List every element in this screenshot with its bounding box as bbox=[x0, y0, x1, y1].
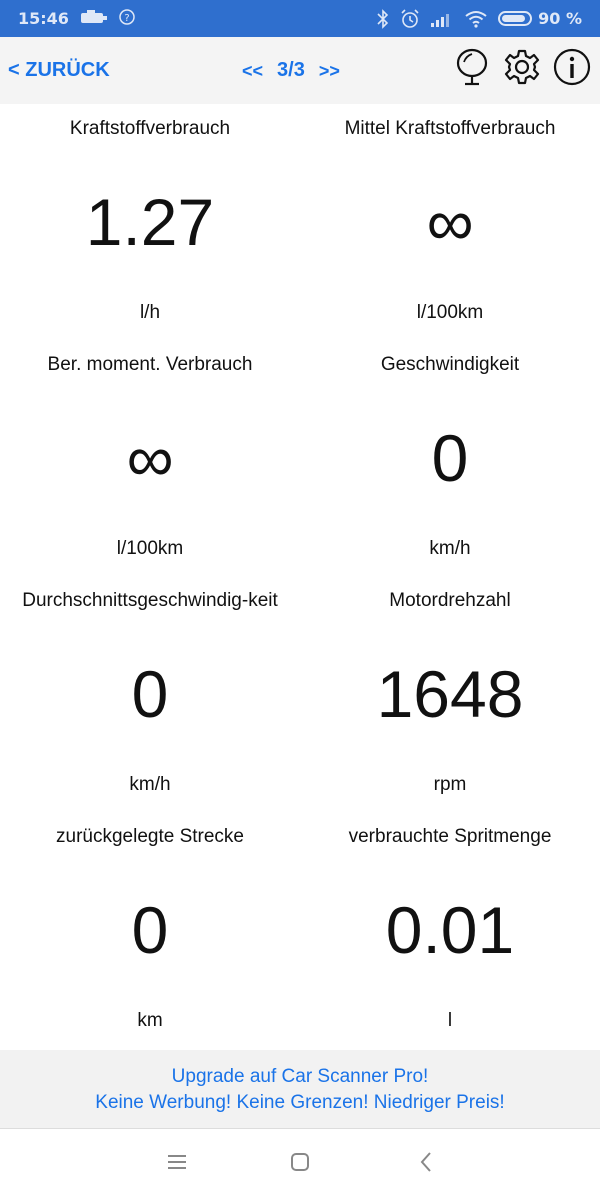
status-bar: 15:46 ? 90 % bbox=[0, 0, 600, 37]
home-square-icon bbox=[289, 1151, 311, 1177]
top-bar: < ZURÜCK << 3/3 >> bbox=[0, 37, 600, 104]
gauge-grid: Kraftstoffverbrauch 1.27 l/h Mittel Kraf… bbox=[0, 104, 600, 1050]
gauge-value: 1.27 bbox=[85, 185, 215, 259]
menu-button[interactable] bbox=[157, 1149, 197, 1179]
system-back-button[interactable] bbox=[406, 1149, 446, 1179]
gauge-average-fuel-consumption[interactable]: Mittel Kraftstoffverbrauch ∞ l/100km bbox=[300, 104, 600, 340]
gauge-label: verbrauchte Spritmenge bbox=[348, 826, 552, 847]
mirror-mode-button[interactable] bbox=[452, 48, 492, 90]
info-button[interactable] bbox=[552, 48, 592, 90]
promo-line-1: Upgrade auf Car Scanner Pro! bbox=[171, 1066, 429, 1087]
gauge-fuel-consumption[interactable]: Kraftstoffverbrauch 1.27 l/h bbox=[0, 104, 300, 340]
gauge-value: ∞ bbox=[126, 421, 174, 495]
alarm-icon bbox=[400, 8, 420, 29]
gauge-instant-consumption[interactable]: Ber. moment. Verbrauch ∞ l/100km bbox=[0, 340, 300, 576]
gauge-value: 1648 bbox=[376, 657, 524, 731]
gear-icon bbox=[503, 48, 541, 90]
gauge-unit: l/100km bbox=[116, 538, 184, 559]
battery-icon bbox=[498, 11, 533, 26]
gauge-fuel-used[interactable]: verbrauchte Spritmenge 0.01 l bbox=[300, 812, 600, 1048]
gauge-label: Durchschnittsgeschwindig-keit bbox=[22, 590, 278, 611]
gauge-label: Ber. moment. Verbrauch bbox=[47, 354, 253, 375]
svg-text:?: ? bbox=[124, 13, 129, 24]
previous-page-button[interactable]: << bbox=[242, 59, 263, 83]
back-button[interactable]: < ZURÜCK bbox=[8, 59, 110, 82]
battery-fill bbox=[502, 15, 526, 22]
gauge-speed[interactable]: Geschwindigkeit 0 km/h bbox=[300, 340, 600, 576]
page-indicator: 3/3 bbox=[277, 59, 305, 81]
wifi-icon bbox=[464, 10, 488, 28]
menu-icon bbox=[166, 1153, 188, 1175]
gauge-unit: km/h bbox=[429, 538, 471, 559]
gauge-label: Mittel Kraftstoffverbrauch bbox=[344, 118, 556, 139]
gauge-value: 0 bbox=[131, 657, 169, 731]
bluetooth-icon bbox=[376, 8, 390, 29]
gauge-engine-rpm[interactable]: Motordrehzahl 1648 rpm bbox=[300, 576, 600, 812]
home-button[interactable] bbox=[280, 1149, 320, 1179]
battery-percent: 90 % bbox=[538, 9, 582, 28]
gauge-unit: l/100km bbox=[416, 302, 484, 323]
gauge-label: Motordrehzahl bbox=[389, 590, 511, 611]
gauge-unit: km/h bbox=[129, 774, 171, 795]
gauge-unit: km bbox=[137, 1010, 163, 1031]
upgrade-promo-banner[interactable]: Upgrade auf Car Scanner Pro! Keine Werbu… bbox=[0, 1050, 600, 1128]
settings-button[interactable] bbox=[502, 49, 542, 89]
gauge-unit: l/h bbox=[139, 302, 161, 323]
gauge-value: 0 bbox=[131, 893, 169, 967]
next-page-button[interactable]: >> bbox=[319, 59, 340, 83]
gauge-value: 0.01 bbox=[385, 893, 515, 967]
help-status-icon: ? bbox=[119, 8, 135, 29]
promo-line-2: Keine Werbung! Keine Grenzen! Niedriger … bbox=[95, 1092, 505, 1113]
mirror-icon bbox=[454, 48, 490, 90]
gauge-value: 0 bbox=[431, 421, 469, 495]
gauge-label: Kraftstoffverbrauch bbox=[69, 118, 231, 139]
gauge-value: ∞ bbox=[426, 185, 474, 259]
gauge-label: Geschwindigkeit bbox=[380, 354, 520, 375]
info-icon bbox=[553, 48, 591, 90]
status-time: 15:46 bbox=[18, 9, 69, 28]
gauge-label: zurückgelegte Strecke bbox=[56, 826, 244, 847]
gauge-unit: l bbox=[447, 1010, 453, 1031]
page-navigation: << 3/3 >> bbox=[242, 59, 340, 83]
gauge-distance-travelled[interactable]: zurückgelegte Strecke 0 km bbox=[0, 812, 300, 1048]
gauge-average-speed[interactable]: Durchschnittsgeschwindig-keit 0 km/h bbox=[0, 576, 300, 812]
gauge-unit: rpm bbox=[433, 774, 467, 795]
system-navigation-bar bbox=[0, 1129, 600, 1200]
obd-connection-icon bbox=[79, 9, 109, 29]
battery-indicator: 90 % bbox=[498, 9, 582, 28]
chevron-left-icon bbox=[418, 1151, 434, 1177]
signal-icon bbox=[430, 10, 454, 28]
